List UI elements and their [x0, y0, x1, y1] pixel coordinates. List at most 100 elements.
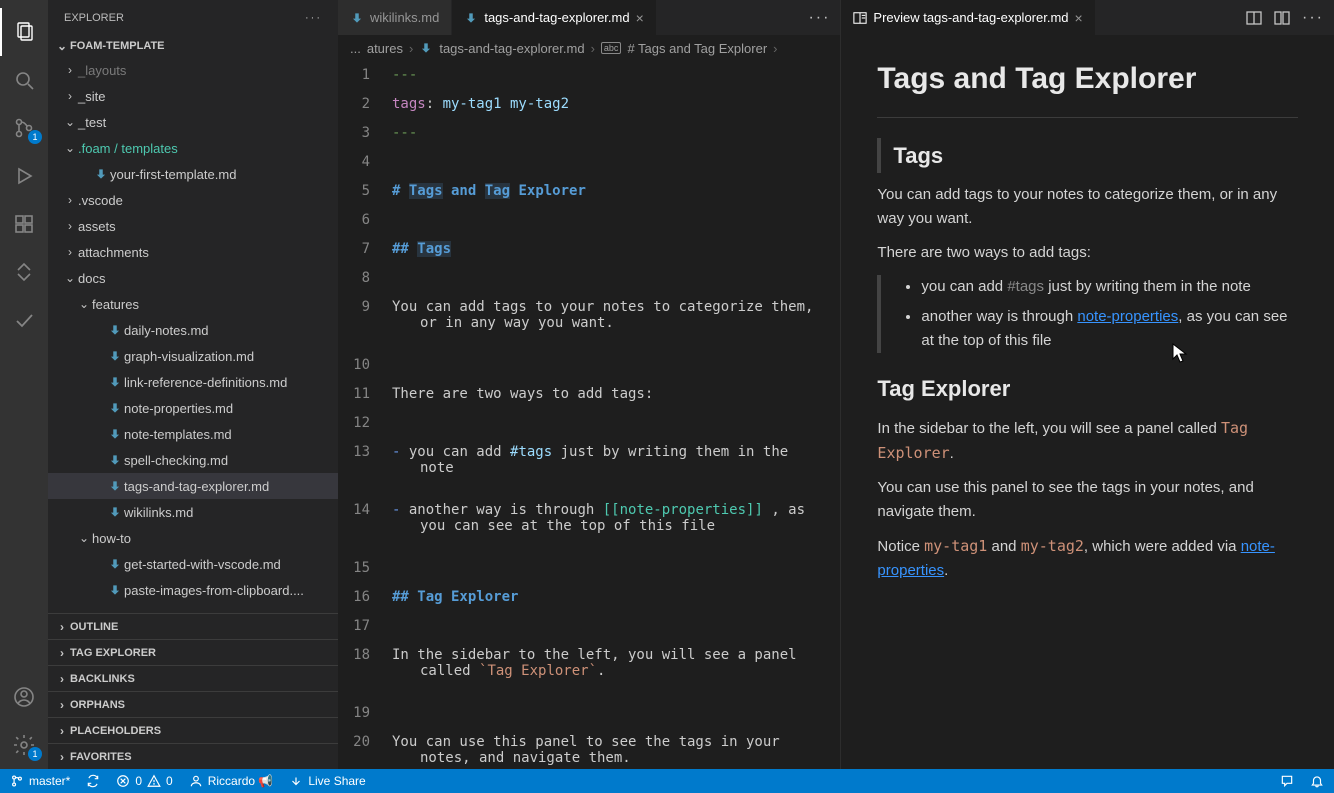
status-liveshare[interactable]: Live Share [289, 774, 365, 788]
file-row[interactable]: daily-notes.md [48, 317, 338, 343]
activity-check[interactable] [0, 296, 48, 344]
markdown-icon [106, 557, 124, 571]
layout-icon[interactable] [1274, 10, 1290, 26]
activity-scm[interactable]: 1 [0, 104, 48, 152]
preview-text: You can use this panel to see the tags i… [877, 476, 1298, 524]
editor-right: Preview tags-and-tag-explorer.md× ··· Ta… [841, 0, 1334, 769]
folder-row[interactable]: ⌄how-to [48, 525, 338, 551]
activity-search[interactable] [0, 56, 48, 104]
markdown-icon [106, 323, 124, 337]
markdown-icon [106, 479, 124, 493]
markdown-icon [106, 401, 124, 415]
symbol-icon: abc [601, 42, 622, 54]
chevron-icon: ⌄ [62, 141, 78, 155]
close-icon[interactable]: × [636, 10, 644, 26]
code-editor[interactable]: 1234567891011121314151617181920 ---tags:… [338, 61, 840, 769]
preview-h2-tags: Tags [893, 138, 1298, 173]
folder-row[interactable]: ›assets [48, 213, 338, 239]
activity-account[interactable] [0, 673, 48, 721]
folder-row[interactable]: ⌄_test [48, 109, 338, 135]
tree-label: link-reference-definitions.md [124, 375, 287, 390]
file-row[interactable]: note-templates.md [48, 421, 338, 447]
markdown-preview[interactable]: Tags and Tag Explorer Tags You can add t… [841, 35, 1334, 769]
file-tree: ›_layouts›_site⌄_test⌄.foam / templatesy… [48, 57, 338, 613]
editor-tab[interactable]: Preview tags-and-tag-explorer.md× [841, 0, 1095, 35]
preview-icon [853, 11, 867, 25]
status-feedback[interactable] [1280, 774, 1294, 788]
chevron-icon: › [62, 193, 78, 207]
folder-row[interactable]: ›_layouts [48, 57, 338, 83]
tree-label: get-started-with-vscode.md [124, 557, 281, 572]
markdown-icon [106, 583, 124, 597]
activity-extensions[interactable] [0, 200, 48, 248]
folder-row[interactable]: ›.vscode [48, 187, 338, 213]
close-icon[interactable]: × [1075, 10, 1083, 26]
preview-text: Notice my-tag1 and my-tag2, which were a… [877, 534, 1298, 583]
file-row[interactable]: tags-and-tag-explorer.md [48, 473, 338, 499]
file-row[interactable]: wikilinks.md [48, 499, 338, 525]
editor-tab[interactable]: wikilinks.md [338, 0, 452, 35]
activity-liveshare[interactable] [0, 248, 48, 296]
preview-h2-explorer: Tag Explorer [877, 371, 1298, 406]
chevron-icon: › [62, 63, 78, 77]
status-user[interactable]: Riccardo 📢 [189, 774, 274, 788]
folder-row[interactable]: ⌄.foam / templates [48, 135, 338, 161]
more-icon[interactable]: ··· [808, 9, 830, 27]
preview-list-item: you can add #tags just by writing them i… [921, 275, 1298, 299]
tree-label: note-properties.md [124, 401, 233, 416]
tree-label: .foam / templates [78, 141, 178, 156]
tree-label: how-to [92, 531, 131, 546]
sidebar: EXPLORER ··· ⌄ FOAM-TEMPLATE ›_layouts›_… [48, 0, 338, 769]
tab-bar-right: Preview tags-and-tag-explorer.md× ··· [841, 0, 1334, 35]
settings-badge: 1 [28, 747, 42, 761]
sidebar-section[interactable]: ›TAG EXPLORER [48, 639, 338, 665]
chevron-icon: ⌄ [76, 531, 92, 545]
folder-row[interactable]: ›attachments [48, 239, 338, 265]
file-row[interactable]: your-first-template.md [48, 161, 338, 187]
breadcrumb[interactable]: ... atures› tags-and-tag-explorer.md› ab… [338, 35, 840, 61]
file-row[interactable]: paste-images-from-clipboard.... [48, 577, 338, 603]
more-icon[interactable]: ··· [305, 12, 322, 24]
tree-label: attachments [78, 245, 149, 260]
folder-row[interactable]: ⌄docs [48, 265, 338, 291]
scm-badge: 1 [28, 130, 42, 144]
status-sync[interactable] [86, 774, 100, 788]
sidebar-root[interactable]: ⌄ FOAM-TEMPLATE [48, 35, 338, 57]
tab-bar-left: wikilinks.mdtags-and-tag-explorer.md× ··… [338, 0, 840, 35]
minimap[interactable] [830, 61, 840, 769]
preview-link[interactable]: note-properties [1077, 308, 1178, 325]
activity-explorer[interactable] [0, 8, 48, 56]
tree-label: graph-visualization.md [124, 349, 254, 364]
editor-tab[interactable]: tags-and-tag-explorer.md× [452, 0, 656, 35]
sidebar-section[interactable]: ›BACKLINKS [48, 665, 338, 691]
preview-text: There are two ways to add tags: [877, 241, 1298, 265]
activity-bar: 1 1 [0, 0, 48, 769]
tree-label: daily-notes.md [124, 323, 209, 338]
markdown-icon [106, 427, 124, 441]
file-row[interactable]: graph-visualization.md [48, 343, 338, 369]
folder-row[interactable]: ›_site [48, 83, 338, 109]
tree-label: _test [78, 115, 106, 130]
tree-label: tags-and-tag-explorer.md [124, 479, 269, 494]
folder-row[interactable]: ⌄features [48, 291, 338, 317]
markdown-icon [464, 11, 478, 25]
preview-title: Tags and Tag Explorer [877, 55, 1298, 103]
sidebar-section[interactable]: ›ORPHANS [48, 691, 338, 717]
file-row[interactable]: link-reference-definitions.md [48, 369, 338, 395]
file-row[interactable]: note-properties.md [48, 395, 338, 421]
more-icon[interactable]: ··· [1302, 9, 1324, 27]
file-row[interactable]: get-started-with-vscode.md [48, 551, 338, 577]
sidebar-section[interactable]: ›PLACEHOLDERS [48, 717, 338, 743]
status-branch[interactable]: master* [10, 774, 70, 788]
status-bell[interactable] [1310, 774, 1324, 788]
activity-debug[interactable] [0, 152, 48, 200]
activity-settings[interactable]: 1 [0, 721, 48, 769]
sidebar-section[interactable]: ›FAVORITES [48, 743, 338, 769]
split-icon[interactable] [1246, 10, 1262, 26]
preview-text: In the sidebar to the left, you will see… [877, 416, 1298, 466]
chevron-icon: › [62, 245, 78, 259]
markdown-icon [106, 453, 124, 467]
sidebar-section[interactable]: ›OUTLINE [48, 613, 338, 639]
status-problems[interactable]: 0 0 [116, 774, 172, 788]
file-row[interactable]: spell-checking.md [48, 447, 338, 473]
